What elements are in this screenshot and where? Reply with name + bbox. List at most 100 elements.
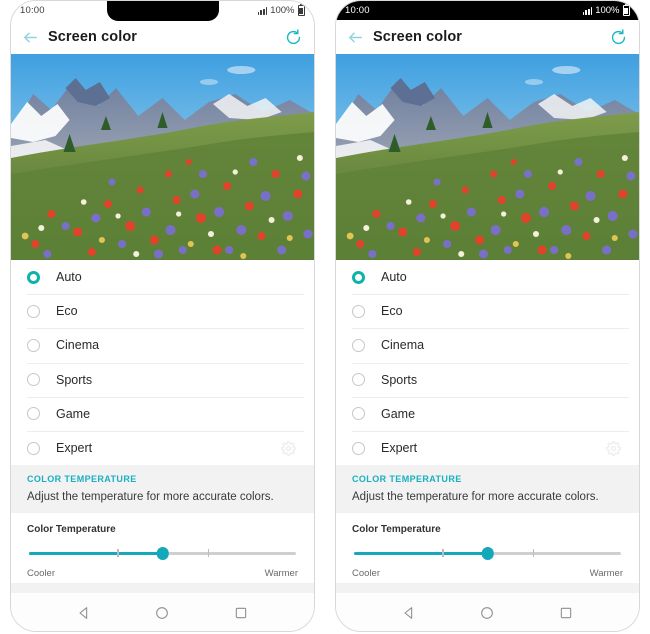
battery-percent-label: 100%	[595, 5, 620, 16]
mode-label: Auto	[381, 270, 407, 285]
screen-color-mode-list: Auto Eco Cinema Sports Game Expert	[11, 260, 314, 466]
slider-thumb[interactable]	[156, 547, 169, 560]
status-bar-indicators: 100%	[257, 3, 305, 16]
app-header: Screen color	[11, 20, 314, 54]
battery-full-icon	[297, 3, 305, 16]
mode-label: Eco	[381, 304, 403, 319]
screen-color-mode-list: Auto Eco Cinema Sports Game Expert	[336, 260, 639, 466]
reset-refresh-icon[interactable]	[609, 28, 628, 47]
mode-row-sports[interactable]: Sports	[336, 362, 639, 397]
mode-row-game[interactable]: Game	[11, 396, 314, 431]
screen-color-preview-image	[11, 54, 314, 260]
color-temperature-control: Color Temperature Cooler Warmer	[11, 513, 314, 584]
radio-sports[interactable]	[27, 373, 40, 387]
color-temperature-control: Color Temperature Cooler Warmer	[336, 513, 639, 584]
reset-refresh-icon[interactable]	[284, 28, 303, 47]
battery-full-icon	[622, 3, 630, 16]
phone-left: 10:00 100% Screen color Auto Eco Cinema …	[0, 0, 325, 634]
mode-row-expert[interactable]: Expert	[11, 430, 314, 465]
status-bar-time: 10:00	[20, 5, 45, 16]
page-title: Screen color	[373, 29, 463, 45]
slider-tick	[442, 549, 444, 558]
slider-tick	[207, 549, 210, 558]
section-title: COLOR TEMPERATURE	[27, 474, 137, 485]
mode-row-eco[interactable]: Eco	[11, 294, 314, 328]
mode-label: Eco	[56, 304, 78, 319]
slider-label: Color Temperature	[352, 524, 441, 536]
slider-thumb[interactable]	[481, 547, 494, 560]
screen-color-preview-image	[336, 54, 639, 260]
mode-row-cinema[interactable]: Cinema	[336, 328, 639, 362]
color-temperature-header: COLOR TEMPERATURE Adjust the temperature…	[336, 465, 639, 514]
nav-back-triangle-icon[interactable]	[401, 605, 417, 621]
app-header: Screen color	[336, 20, 639, 54]
radio-game[interactable]	[352, 407, 365, 421]
radio-auto[interactable]	[27, 270, 40, 284]
mode-label: Expert	[56, 441, 93, 456]
mode-row-expert[interactable]: Expert	[336, 430, 639, 465]
nav-recents-square-icon[interactable]	[233, 605, 249, 621]
slider-end-labels: Cooler Warmer	[352, 568, 623, 579]
dual-phone-comparison: 10:00 100% Screen color Auto Eco Cinema …	[0, 0, 650, 634]
system-navigation-bar	[11, 593, 314, 631]
nav-home-circle-icon[interactable]	[479, 605, 495, 621]
slider-tick	[532, 549, 535, 558]
mode-row-game[interactable]: Game	[336, 396, 639, 431]
status-bar-indicators: 100%	[582, 3, 630, 16]
slider-max-label: Warmer	[589, 568, 623, 580]
mode-label: Sports	[56, 372, 93, 387]
phone-right: 10:00 100% Screen color Auto Eco Cinema …	[325, 0, 650, 634]
color-temperature-header: COLOR TEMPERATURE Adjust the temperature…	[11, 465, 314, 514]
radio-sports[interactable]	[352, 373, 365, 387]
color-temperature-slider[interactable]	[354, 547, 621, 560]
battery-percent-label: 100%	[270, 5, 295, 16]
slider-end-labels: Cooler Warmer	[27, 568, 298, 579]
mode-row-sports[interactable]: Sports	[11, 362, 314, 397]
slider-track-fill	[354, 552, 488, 555]
radio-game[interactable]	[27, 407, 40, 421]
back-arrow-icon[interactable]	[347, 29, 364, 46]
mode-row-auto[interactable]: Auto	[11, 260, 314, 294]
slider-min-label: Cooler	[27, 568, 55, 580]
signal-bars-icon	[257, 6, 268, 15]
mode-label: Game	[381, 406, 416, 421]
status-bar: 10:00 100%	[336, 1, 639, 20]
mode-label: Auto	[56, 270, 82, 285]
radio-eco[interactable]	[352, 304, 365, 318]
color-temperature-slider[interactable]	[29, 547, 296, 560]
slider-tick	[117, 549, 119, 558]
section-spacer	[336, 583, 639, 594]
radio-cinema[interactable]	[27, 338, 40, 352]
section-description: Adjust the temperature for more accurate…	[352, 491, 599, 504]
mode-row-cinema[interactable]: Cinema	[11, 328, 314, 362]
mode-label: Cinema	[381, 338, 425, 353]
page-title: Screen color	[48, 29, 138, 45]
nav-back-triangle-icon[interactable]	[76, 605, 92, 621]
radio-eco[interactable]	[27, 304, 40, 318]
mode-label: Expert	[381, 441, 418, 456]
slider-min-label: Cooler	[352, 568, 380, 580]
slider-label: Color Temperature	[27, 524, 116, 536]
status-bar-time: 10:00	[345, 5, 370, 16]
nav-recents-square-icon[interactable]	[558, 605, 574, 621]
radio-auto[interactable]	[352, 270, 365, 284]
mode-row-auto[interactable]: Auto	[336, 260, 639, 294]
radio-expert[interactable]	[27, 441, 40, 455]
radio-cinema[interactable]	[352, 338, 365, 352]
phone-screen-left: 10:00 100% Screen color Auto Eco Cinema …	[10, 0, 315, 632]
gear-icon[interactable]	[281, 440, 296, 456]
mode-label: Cinema	[56, 338, 100, 353]
section-description: Adjust the temperature for more accurate…	[27, 491, 274, 504]
mode-row-eco[interactable]: Eco	[336, 294, 639, 328]
section-title: COLOR TEMPERATURE	[352, 474, 462, 485]
back-arrow-icon[interactable]	[22, 29, 39, 46]
mode-label: Game	[56, 406, 91, 421]
slider-max-label: Warmer	[264, 568, 298, 580]
display-notch	[106, 1, 219, 21]
phone-screen-right: 10:00 100% Screen color Auto Eco Cinema …	[335, 0, 640, 632]
radio-expert[interactable]	[352, 441, 365, 455]
system-navigation-bar	[336, 593, 639, 631]
gear-icon[interactable]	[606, 440, 621, 456]
nav-home-circle-icon[interactable]	[154, 605, 170, 621]
section-spacer	[11, 583, 314, 594]
